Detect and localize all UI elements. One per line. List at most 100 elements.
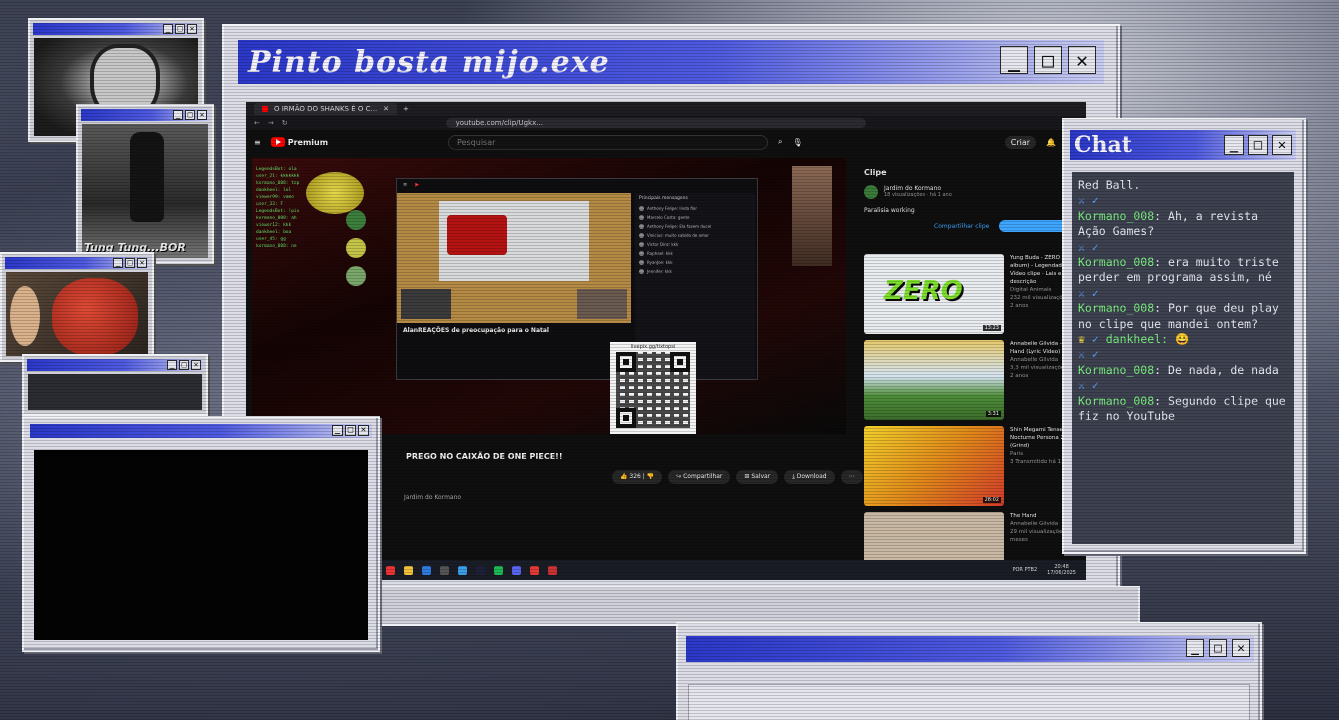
recommendation-thumbnail[interactable]: 3:31 (864, 340, 1004, 420)
chat-username[interactable]: Kormano_008 (1078, 209, 1154, 223)
recommendation-item[interactable]: 28:02 Shin Megami Tensei III Nocturne Per… (864, 426, 1084, 506)
menu-icon[interactable]: ≡ (254, 138, 261, 147)
webcam-4-maximize-button[interactable]: □ (179, 360, 189, 370)
inner-video-player[interactable] (397, 193, 631, 323)
main-close-button[interactable]: ✕ (1068, 46, 1096, 74)
webcam-3-maximize-button[interactable]: □ (125, 258, 135, 268)
video-player[interactable]: LegendsBot: ola user_21: kkkkkkk kormano_0… (252, 158, 846, 434)
webcam-window-3[interactable]: _ □ ✕ (0, 252, 154, 362)
forward-icon[interactable]: → (268, 119, 274, 127)
share-clip-button[interactable]: Compartilhar clipe (934, 223, 989, 230)
youtube-search-input[interactable]: Pesquisar (448, 134, 769, 150)
webcam-1-maximize-button[interactable]: □ (175, 24, 185, 34)
chat-window[interactable]: Chat _ □ ✕ Red Ball. ⚔ ✓ Kormano_008: Ah, a … (1062, 118, 1306, 554)
main-maximize-button[interactable]: □ (1034, 46, 1062, 74)
black-maximize-button[interactable]: □ (345, 425, 356, 436)
emote-face (306, 172, 364, 214)
inner-chat-avatar (639, 224, 644, 229)
chat-message: Kormano_008: De nada, de nada (1078, 363, 1288, 378)
youtube-header: ≡ Premium Pesquisar ⌕ 🎙 Criar 🔔 (246, 130, 1086, 154)
taskbar-ps-icon[interactable] (476, 565, 485, 575)
chat-maximize-button[interactable]: □ (1248, 135, 1268, 155)
crown-badge-icon: ♛ (1078, 332, 1092, 347)
bottom-minimize-button[interactable]: _ (1186, 639, 1204, 657)
create-button-label: Criar (1010, 137, 1031, 147)
chat-username[interactable]: Kormano_008 (1078, 394, 1154, 408)
tab-close-icon[interactable]: ✕ (383, 105, 389, 113)
main-minimize-button[interactable]: _ (1000, 46, 1028, 74)
youtube-logo[interactable]: Premium (270, 137, 328, 147)
black-close-button[interactable]: ✕ (358, 425, 369, 436)
webcam-1-minimize-button[interactable]: _ (163, 24, 173, 34)
taskbar-app-icon-1[interactable] (440, 565, 449, 575)
webcam-window-4[interactable]: _ □ ✕ (22, 354, 208, 416)
taskbar-app-icon-2[interactable] (458, 565, 467, 575)
webcam-3-close-button[interactable]: ✕ (137, 258, 147, 268)
chat-username[interactable]: Kormano_008 (1078, 363, 1154, 377)
chat-username[interactable]: Kormano_008 (1078, 255, 1154, 269)
like-count: 326 (629, 473, 641, 480)
download-button[interactable]: ⤓ Download (784, 470, 835, 484)
inner-chat-text: Victor Dinz: kkk (647, 242, 679, 247)
recommendation-thumbnail[interactable]: ZERO 13:23 (864, 254, 1004, 334)
reload-icon[interactable]: ↻ (282, 119, 288, 127)
chat-minimize-button[interactable]: _ (1224, 135, 1244, 155)
webcam-3-feed (6, 272, 148, 356)
webcam-3-minimize-button[interactable]: _ (113, 258, 123, 268)
main-window-titlebar[interactable]: Pinto bosta mijo.exe _ □ ✕ (238, 40, 1104, 84)
webcam-2-titlebar[interactable]: _ □ ✕ (81, 109, 209, 121)
new-tab-icon[interactable]: + (403, 105, 409, 113)
webcam-1-close-button[interactable]: ✕ (187, 24, 197, 34)
black-minimize-button[interactable]: _ (332, 425, 343, 436)
taskbar-folder-icon[interactable] (404, 565, 413, 575)
black-window[interactable]: _ □ ✕ (22, 416, 380, 652)
tray-clock[interactable]: 20:48 17/06/2025 (1047, 564, 1076, 576)
webcam-3-titlebar[interactable]: _ □ ✕ (5, 257, 149, 269)
webcam-4-titlebar[interactable]: _ □ ✕ (27, 359, 203, 371)
taskbar-discord-icon[interactable] (512, 565, 521, 575)
webcam-4-close-button[interactable]: ✕ (191, 360, 201, 370)
black-window-titlebar[interactable]: _ □ ✕ (30, 424, 372, 438)
recommendation-item[interactable]: ZERO 13:23 Yung Buda - ZERO (full album) -… (864, 254, 1084, 334)
chat-close-button[interactable]: ✕ (1272, 135, 1292, 155)
inner-stream-window[interactable]: ≡ ▶ AlanREAÇÕES de preocupação para o Nat… (396, 178, 758, 380)
inner-video-red-object (447, 215, 507, 255)
bottom-window-titlebar[interactable]: _ □ ✕ (686, 636, 1254, 662)
chat-username[interactable]: dankheel (1106, 332, 1161, 346)
webcam-4-minimize-button[interactable]: _ (167, 360, 177, 370)
browser-tab[interactable]: O IRMÃO DO SHANKS É O C... ✕ (254, 103, 398, 115)
clip-channel-avatar[interactable] (864, 185, 878, 199)
chat-username[interactable]: Kormano_008 (1078, 301, 1154, 315)
bottom-window[interactable]: _ □ ✕ (676, 622, 1262, 720)
clip-channel-name[interactable]: Jardim do Kormano (884, 185, 952, 192)
tray-language[interactable]: POR PTB2 (1012, 567, 1037, 573)
mic-icon[interactable]: 🎙 (793, 138, 803, 147)
taskbar-edge-icon[interactable] (422, 565, 431, 575)
back-icon[interactable]: ← (254, 119, 260, 127)
webcam-2-minimize-button[interactable]: _ (173, 110, 183, 120)
webcam-window-2[interactable]: _ □ ✕ Tung Tung...BOR (76, 104, 214, 264)
bottom-close-button[interactable]: ✕ (1232, 639, 1250, 657)
bottom-maximize-button[interactable]: □ (1209, 639, 1227, 657)
taskbar-app-icon-3[interactable] (530, 565, 539, 575)
red-character (52, 278, 138, 356)
video-channel[interactable]: Jardim do Kormano (404, 494, 461, 501)
create-button[interactable]: Criar (1004, 135, 1037, 149)
like-button[interactable]: 👍 326 | 👎 (612, 470, 663, 484)
sword-badge-icon: ⚔ (1078, 378, 1092, 393)
recommendation-item[interactable]: 3:31 Annabelle Gilvida - The Hand (Lyric … (864, 340, 1084, 420)
bell-icon[interactable]: 🔔 (1046, 138, 1056, 147)
share-button[interactable]: ↪ Compartilhar (668, 470, 731, 484)
webcam-2-maximize-button[interactable]: □ (185, 110, 195, 120)
youtube-favicon-icon (262, 106, 268, 112)
url-input[interactable]: youtube.com/clip/Ugkx... (445, 118, 866, 128)
webcam-2-close-button[interactable]: ✕ (197, 110, 207, 120)
taskbar-spotify-icon[interactable] (494, 565, 503, 575)
chat-window-titlebar[interactable]: Chat _ □ ✕ (1070, 130, 1296, 160)
recommendation-thumbnail[interactable]: 28:02 (864, 426, 1004, 506)
save-button[interactable]: ⊞ Salvar (736, 470, 779, 484)
search-icon[interactable]: ⌕ (778, 137, 782, 147)
taskbar-brave-icon[interactable] (386, 565, 395, 575)
taskbar-app-icon-4[interactable] (548, 565, 557, 575)
webcam-1-titlebar[interactable]: _ □ ✕ (33, 23, 199, 35)
